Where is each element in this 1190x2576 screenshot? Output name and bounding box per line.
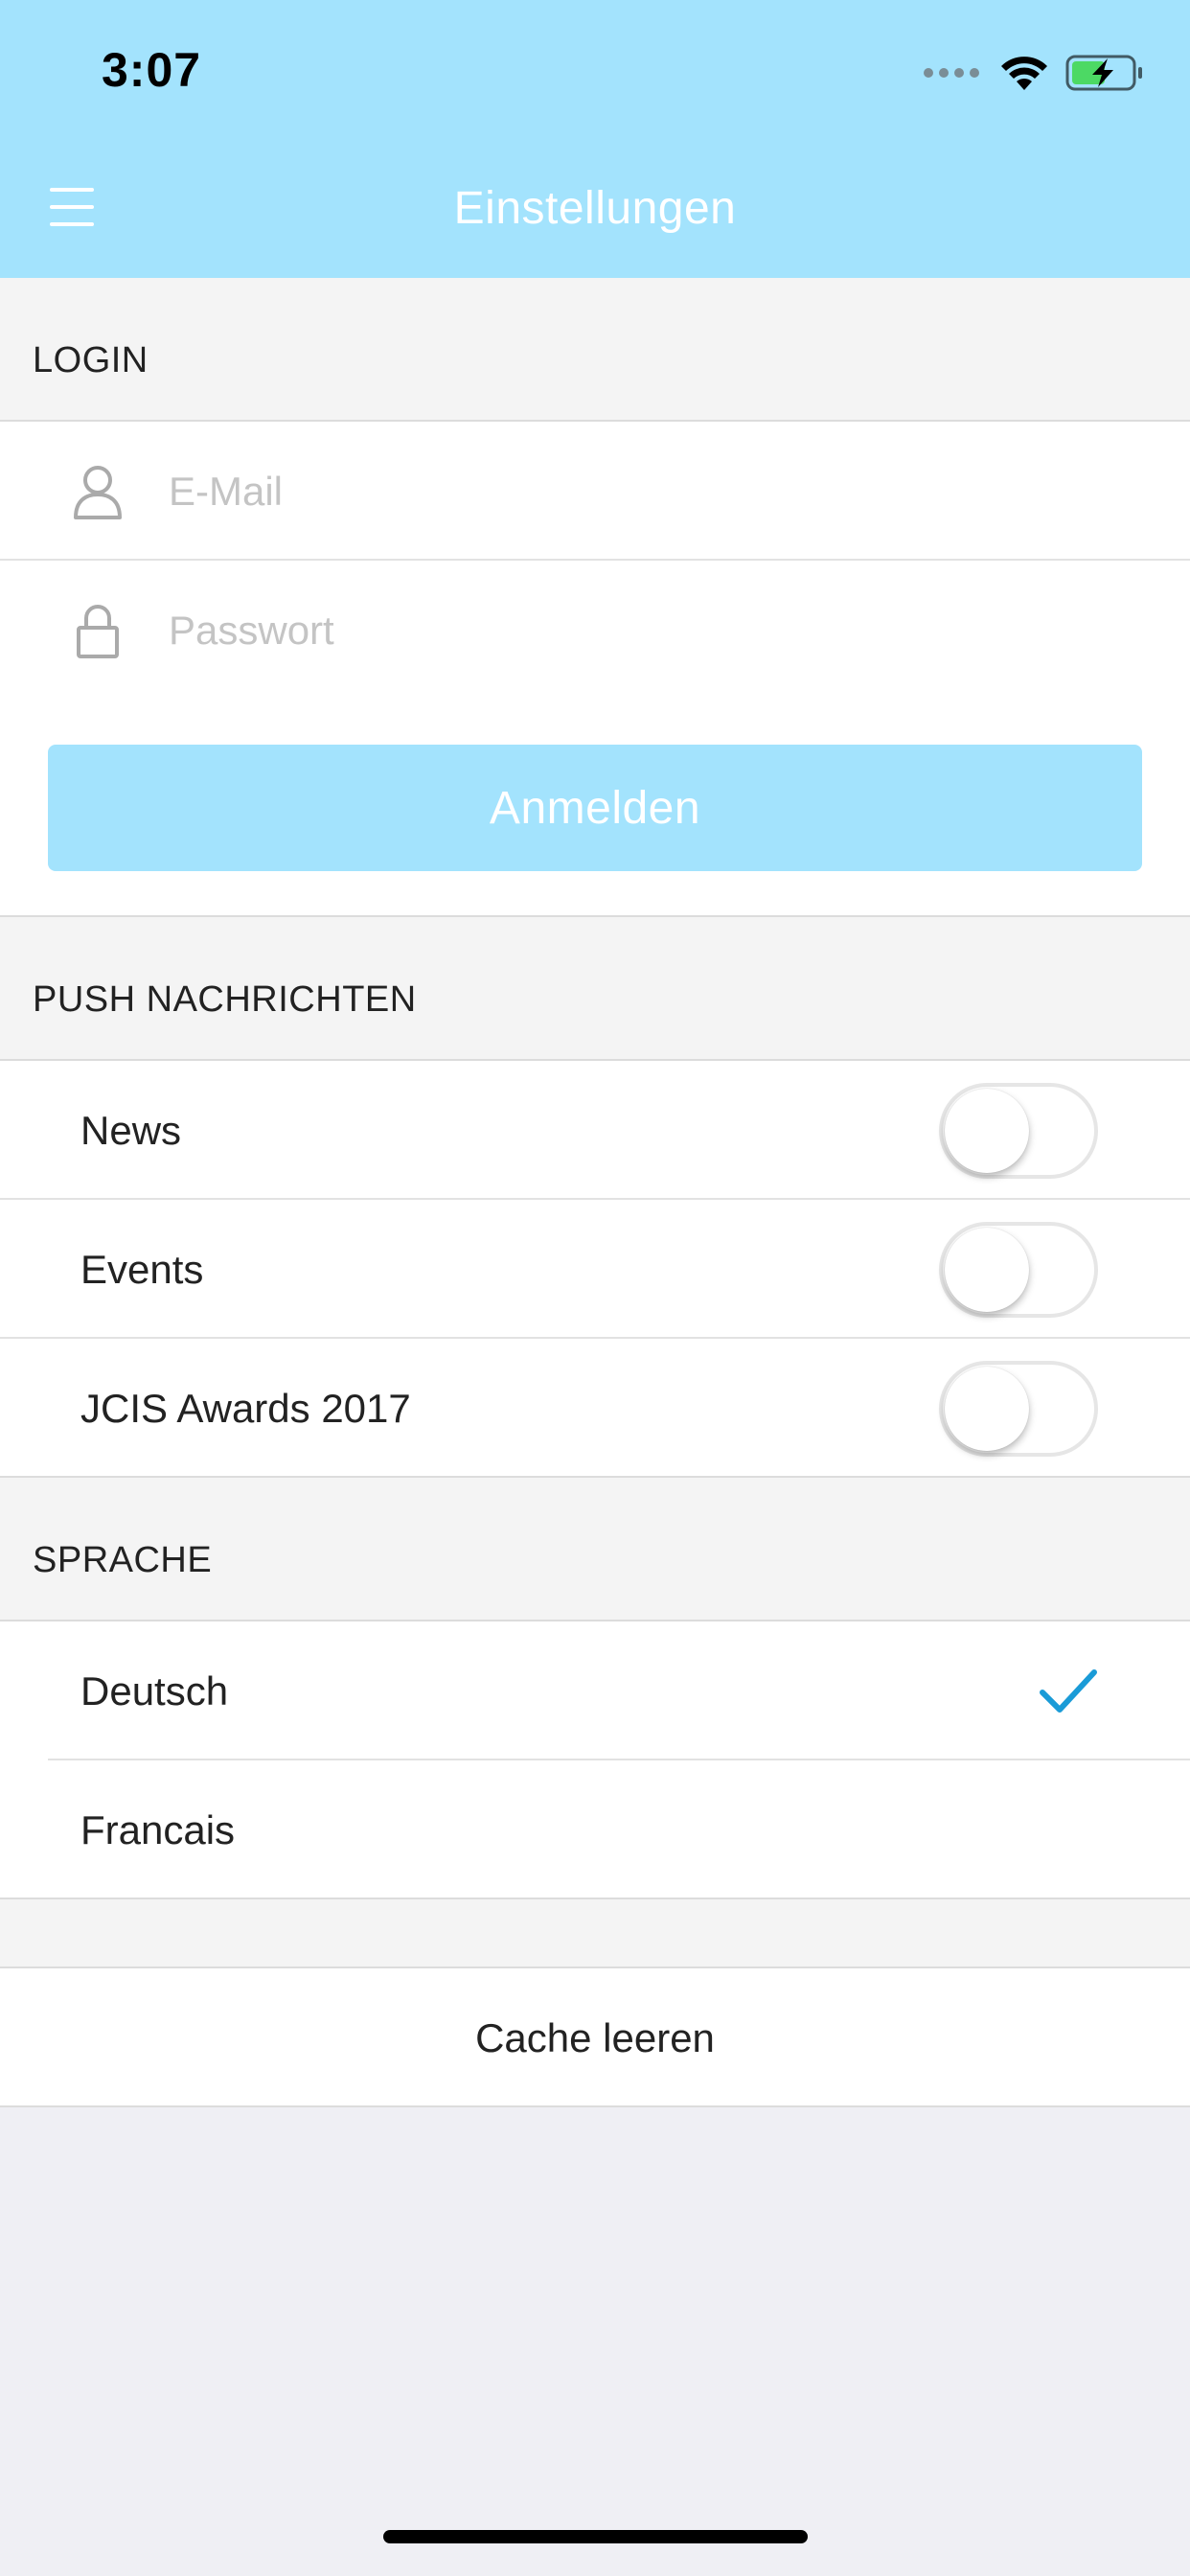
language-option-francais[interactable]: Francais (0, 1760, 1190, 1899)
checkmark-icon (1040, 1668, 1097, 1713)
user-icon (74, 465, 122, 519)
language-section-label: SPRACHE (33, 1540, 213, 1580)
app-header: 3:07 Einstellungen (0, 0, 1190, 278)
push-label-awards: JCIS Awards 2017 (80, 1385, 411, 1431)
push-row-awards: JCIS Awards 2017 (0, 1339, 1190, 1478)
awards-toggle[interactable] (939, 1360, 1098, 1457)
news-toggle[interactable] (939, 1082, 1098, 1179)
clear-cache-row[interactable]: Cache leeren (0, 1968, 1190, 2107)
password-row (0, 561, 1190, 700)
push-section-label: PUSH NACHRICHTEN (33, 979, 417, 1020)
status-indicators (924, 52, 1144, 94)
section-spacer (0, 1899, 1190, 1968)
page-title: Einstellungen (453, 183, 737, 234)
home-indicator (383, 2530, 808, 2543)
language-section-header: SPRACHE (0, 1478, 1190, 1622)
push-row-news: News (0, 1061, 1190, 1200)
login-button-area: Anmelden (0, 697, 1190, 917)
events-toggle[interactable] (939, 1221, 1098, 1318)
language-label-francais: Francais (80, 1806, 236, 1852)
battery-charging-icon (1065, 55, 1142, 91)
push-row-events: Events (0, 1200, 1190, 1339)
password-field[interactable] (169, 595, 1127, 666)
push-section-header: PUSH NACHRICHTEN (0, 917, 1190, 1061)
login-button[interactable]: Anmelden (48, 745, 1142, 871)
email-row (0, 422, 1190, 561)
status-time: 3:07 (102, 43, 202, 97)
login-section-label: LOGIN (33, 340, 149, 380)
language-option-deutsch[interactable]: Deutsch (0, 1622, 1190, 1760)
lock-icon (77, 604, 119, 658)
push-label-events: Events (80, 1246, 204, 1292)
login-section-header: LOGIN (0, 278, 1190, 422)
clear-cache-button[interactable]: Cache leeren (0, 2015, 1190, 2061)
email-field[interactable] (169, 456, 1127, 527)
wifi-icon (1001, 57, 1047, 90)
push-label-news: News (80, 1107, 182, 1153)
signal-icon (924, 68, 979, 78)
language-label-deutsch: Deutsch (80, 1668, 229, 1714)
